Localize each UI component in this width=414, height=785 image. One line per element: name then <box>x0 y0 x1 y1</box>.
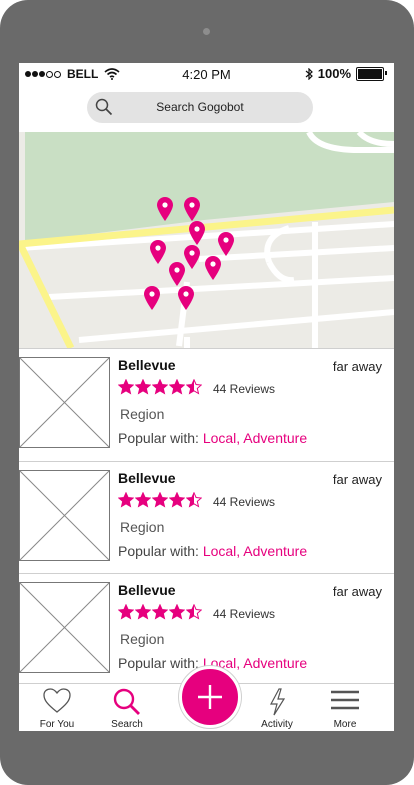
list-item[interactable]: Bellevue far away 44 Reviews Region Popu… <box>19 461 394 575</box>
star-icon <box>169 492 185 508</box>
tab-label: Search <box>111 719 143 730</box>
popular-with: Popular with: Local, Adventure <box>118 430 307 446</box>
map-pin-icon[interactable] <box>169 262 185 286</box>
map-canvas <box>19 132 394 348</box>
star-icon <box>152 379 168 395</box>
star-icon <box>186 604 202 620</box>
popular-tags[interactable]: Local, Adventure <box>203 543 307 559</box>
map-pin-icon[interactable] <box>189 221 205 245</box>
app-screen: BELL 4:20 PM 100% Search Gogobot Bellevu… <box>19 63 394 731</box>
phone-frame: BELL 4:20 PM 100% Search Gogobot Bellevu… <box>0 0 414 785</box>
star-icon <box>169 379 185 395</box>
popular-label: Popular with: <box>118 430 199 446</box>
star-icon <box>152 492 168 508</box>
search-icon <box>113 688 140 715</box>
battery-percent: 100% <box>317 66 351 81</box>
plus-icon <box>198 685 222 709</box>
tab-label: For You <box>39 719 75 730</box>
map-pin-icon[interactable] <box>150 240 166 264</box>
region-label: Region <box>120 519 165 535</box>
popular-label: Popular with: <box>118 655 199 671</box>
heart-icon <box>43 688 71 713</box>
star-rating <box>118 604 202 620</box>
tab-for-you[interactable]: For You <box>27 686 87 731</box>
thumbnail-placeholder <box>19 357 110 448</box>
map-pin-icon[interactable] <box>178 286 194 310</box>
star-icon <box>186 492 202 508</box>
star-rating <box>118 379 202 395</box>
thumbnail-placeholder <box>19 470 110 561</box>
bluetooth-icon <box>305 67 313 80</box>
tab-label: More <box>333 719 357 730</box>
distance-label: far away <box>332 584 382 599</box>
place-name: Bellevue <box>118 357 176 373</box>
tab-search[interactable]: Search <box>97 686 157 731</box>
star-icon <box>169 604 185 620</box>
status-bar: BELL 4:20 PM 100% <box>19 63 394 85</box>
popular-with: Popular with: Local, Adventure <box>118 543 307 559</box>
search-placeholder: Search Gogobot <box>156 100 244 114</box>
star-rating <box>118 492 202 508</box>
region-label: Region <box>120 631 165 647</box>
review-count[interactable]: 44 Reviews <box>213 495 275 509</box>
star-icon <box>152 604 168 620</box>
map-view[interactable] <box>19 132 394 348</box>
tab-activity[interactable]: Activity <box>247 686 307 731</box>
review-count[interactable]: 44 Reviews <box>213 607 275 621</box>
map-pin-icon[interactable] <box>218 232 234 256</box>
star-icon <box>118 604 134 620</box>
battery-icon <box>356 66 387 81</box>
place-name: Bellevue <box>118 470 176 486</box>
map-pin-icon[interactable] <box>144 286 160 310</box>
review-count[interactable]: 44 Reviews <box>213 382 275 396</box>
place-name: Bellevue <box>118 582 176 598</box>
star-icon <box>135 604 151 620</box>
tab-more[interactable]: More <box>315 686 375 731</box>
star-icon <box>118 492 134 508</box>
camera-dot <box>203 28 210 35</box>
star-icon <box>135 379 151 395</box>
list-item[interactable]: Bellevue far away 44 Reviews Region Popu… <box>19 348 394 462</box>
menu-icon <box>331 690 359 710</box>
popular-tags[interactable]: Local, Adventure <box>203 430 307 446</box>
search-bar[interactable]: Search Gogobot <box>87 92 313 123</box>
thumbnail-placeholder <box>19 582 110 673</box>
star-icon <box>118 379 134 395</box>
star-icon <box>135 492 151 508</box>
tab-label: Activity <box>261 719 293 730</box>
map-pin-icon[interactable] <box>205 256 221 280</box>
map-pin-icon[interactable] <box>184 245 200 269</box>
star-icon <box>186 379 202 395</box>
lightning-icon <box>270 688 286 716</box>
region-label: Region <box>120 406 165 422</box>
distance-label: far away <box>332 472 382 487</box>
status-right: 100% <box>305 66 387 81</box>
popular-label: Popular with: <box>118 543 199 559</box>
add-button[interactable] <box>179 666 241 728</box>
distance-label: far away <box>332 359 382 374</box>
